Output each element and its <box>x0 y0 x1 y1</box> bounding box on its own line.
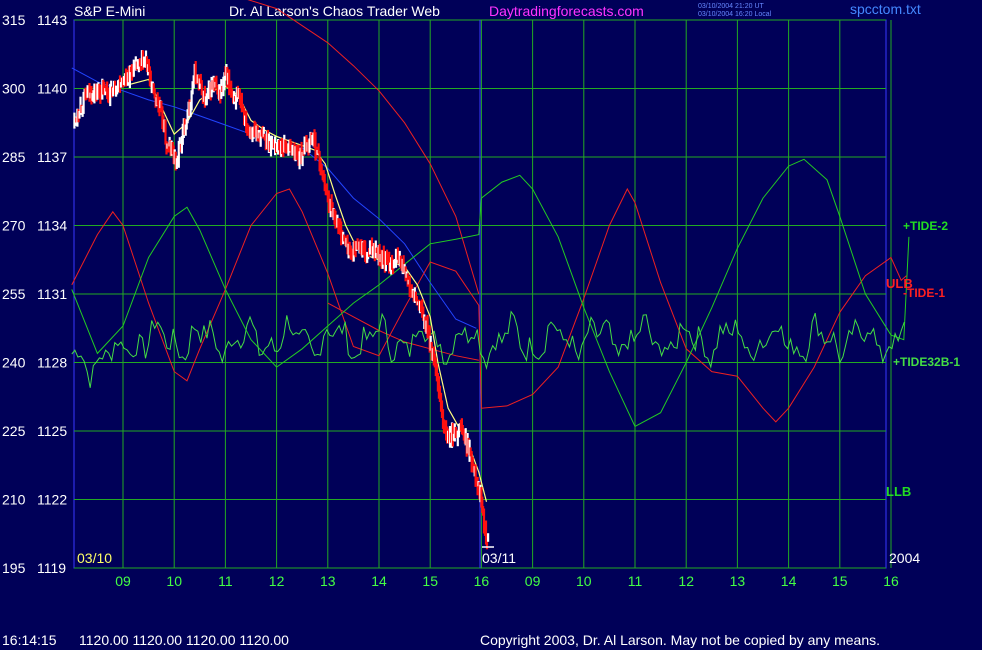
instrument-label: S&P E-Mini <box>74 3 145 19</box>
x-hour-label: 09 <box>525 573 541 589</box>
tide32-label: +TIDE32B-1 <box>893 355 960 369</box>
x-hour-label: 13 <box>730 573 746 589</box>
tide2-label: +TIDE-2 <box>903 219 948 233</box>
y-left-tick-label: 300 <box>2 81 26 97</box>
x-hour-label: 11 <box>628 573 643 589</box>
x-hour-label: 12 <box>269 573 285 589</box>
tide1-label: -TIDE-1 <box>903 286 945 300</box>
timestamp-ut: 03/10/2004 21:20 UT <box>698 3 764 10</box>
x-hour-label: 11 <box>218 573 233 589</box>
x-hour-label: 15 <box>422 573 438 589</box>
x-hour-label: 12 <box>678 573 694 589</box>
y-right-tick-label: 1134 <box>37 218 67 234</box>
x-hour-label: 16 <box>883 573 899 589</box>
x-hour-label: 14 <box>371 573 387 589</box>
y-left-tick-label: 270 <box>2 218 26 234</box>
y-left-tick-label: 255 <box>2 286 26 302</box>
site-label: Daytradingforecasts.com <box>489 3 644 19</box>
x-hour-label: 16 <box>474 573 490 589</box>
y-right-tick-label: 1137 <box>37 149 67 165</box>
y-right-tick-label: 1131 <box>37 286 67 302</box>
date-split-label: 03/11 <box>482 550 516 566</box>
filename-label: spcctom.txt <box>850 1 921 17</box>
x-hour-label: 14 <box>781 573 797 589</box>
y-right-tick-label: 1143 <box>37 12 67 28</box>
y-right-tick-label: 1122 <box>37 492 67 508</box>
y-left-tick-label: 195 <box>2 560 26 576</box>
y-left-tick-label: 225 <box>2 423 26 439</box>
footer-copyright: Copyright 2003, Dr. Al Larson. May not b… <box>480 632 880 648</box>
y-left-tick-label: 240 <box>2 355 26 371</box>
y-right-tick-label: 1128 <box>37 355 67 371</box>
x-hour-label: 09 <box>115 573 131 589</box>
chart-svg: S&P E-Mini Dr. Al Larson's Chaos Trader … <box>0 0 982 650</box>
footer-quote: 1120.00 1120.00 1120.00 1120.00 <box>79 632 289 648</box>
y-left-tick-label: 285 <box>2 149 26 165</box>
x-hour-label: 13 <box>320 573 336 589</box>
date-left-label: 03/10 <box>77 550 112 566</box>
llb-label: LLB <box>886 484 911 499</box>
y-right-tick-label: 1140 <box>37 81 67 97</box>
footer-time: 16:14:15 <box>2 632 57 648</box>
y-right-tick-label: 1119 <box>37 560 66 576</box>
timestamp-local: 03/10/2004 16:20 Local <box>698 11 772 18</box>
x-hour-label: 10 <box>576 573 592 589</box>
y-left-tick-label: 315 <box>2 12 26 28</box>
x-hour-label: 10 <box>166 573 182 589</box>
chart-title: Dr. Al Larson's Chaos Trader Web <box>229 3 440 19</box>
year-label: 2004 <box>889 550 920 566</box>
y-right-tick-label: 1125 <box>37 423 67 439</box>
y-left-tick-label: 210 <box>2 492 26 508</box>
x-hour-label: 15 <box>832 573 848 589</box>
